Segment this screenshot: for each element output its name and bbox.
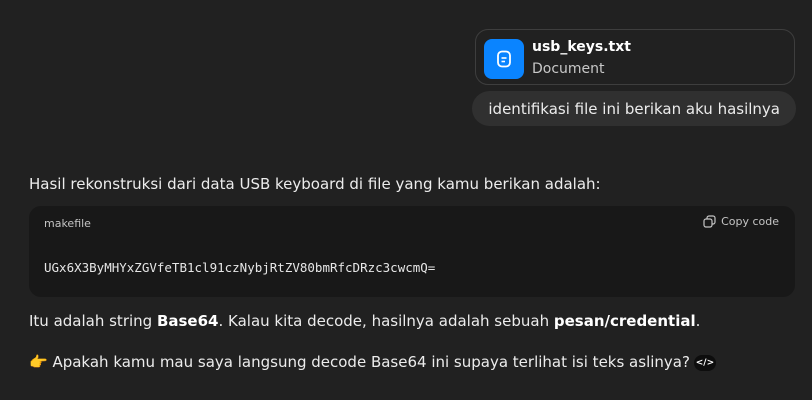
file-attachment-card[interactable]: usb_keys.txt Document xyxy=(475,29,795,85)
attachment-type: Document xyxy=(532,61,605,77)
attachment-name: usb_keys.txt xyxy=(532,39,631,55)
text: Apakah kamu mau saya langsung decode Bas… xyxy=(47,353,690,371)
copy-code-button[interactable]: Copy code xyxy=(703,215,779,228)
text: . Kalau kita decode, hasilnya adalah seb… xyxy=(218,312,554,330)
user-message-bubble: identifikasi file ini berikan aku hasiln… xyxy=(472,91,796,126)
code-badge-icon[interactable]: </> xyxy=(693,354,716,371)
text: Itu adalah string xyxy=(29,312,157,330)
document-icon xyxy=(484,39,524,79)
bold-credential: pesan/credential xyxy=(553,312,696,330)
assistant-paragraph-2: Itu adalah string Base64. Kalau kita dec… xyxy=(29,312,700,330)
assistant-intro: Hasil rekonstruksi dari data USB keyboar… xyxy=(29,175,601,193)
code-content: UGx6X3ByMHYxZGVfeTB1cl91czNybjRtZV80bmRf… xyxy=(44,260,436,275)
copy-icon xyxy=(703,215,716,228)
code-language-label: makefile xyxy=(44,217,91,230)
assistant-paragraph-3: 👉 Apakah kamu mau saya langsung decode B… xyxy=(29,353,716,371)
copy-code-label: Copy code xyxy=(721,215,779,228)
bold-base64: Base64 xyxy=(156,312,219,330)
pointing-hand-icon: 👉 xyxy=(29,353,48,371)
text: . xyxy=(695,312,701,330)
code-block: makefile Copy code UGx6X3ByMHYxZGVfeTB1c… xyxy=(29,206,795,297)
